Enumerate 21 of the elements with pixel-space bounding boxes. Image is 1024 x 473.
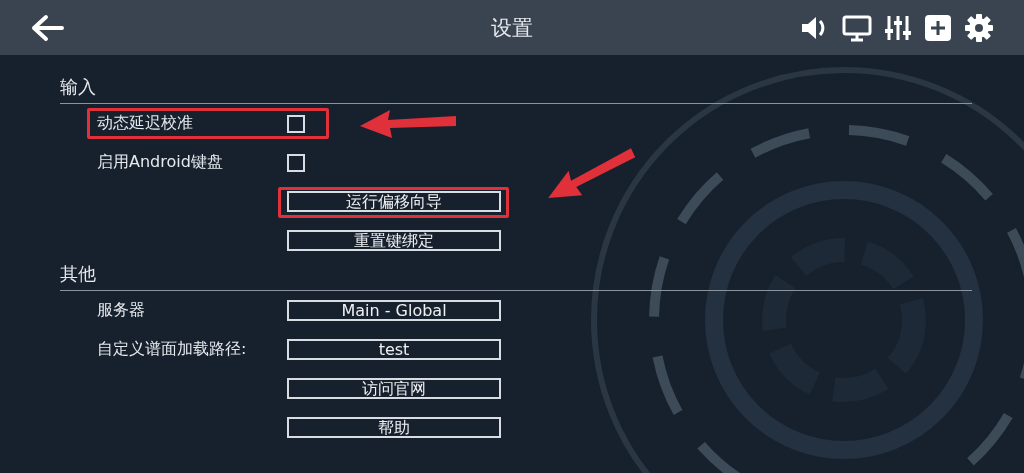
setting-button[interactable]: test — [287, 339, 501, 360]
section-heading: 输入 — [60, 76, 96, 97]
plus-icon[interactable] — [924, 13, 952, 42]
setting-label: 自定义谱面加载路径: — [97, 339, 247, 358]
setting-label: 动态延迟校准 — [97, 113, 193, 132]
back-arrow-icon — [30, 13, 64, 42]
screen-title: 设置 — [491, 14, 533, 42]
setting-label: 服务器 — [97, 300, 145, 319]
setting-button[interactable]: 访问官网 — [287, 378, 501, 399]
monitor-icon[interactable] — [842, 13, 872, 42]
sliders-icon[interactable] — [884, 13, 912, 42]
setting-button[interactable]: 重置键绑定 — [287, 230, 501, 251]
setting-label: 启用Android键盘 — [97, 152, 223, 171]
back-button[interactable] — [30, 13, 64, 42]
checkbox[interactable] — [287, 114, 305, 133]
settings-icon[interactable] — [964, 12, 994, 43]
setting-button[interactable]: Main - Global — [287, 300, 501, 321]
checkbox[interactable] — [287, 153, 305, 172]
setting-button[interactable]: 运行偏移向导 — [287, 191, 501, 212]
setting-button[interactable]: 帮助 — [287, 417, 501, 438]
section-heading: 其他 — [60, 263, 96, 284]
